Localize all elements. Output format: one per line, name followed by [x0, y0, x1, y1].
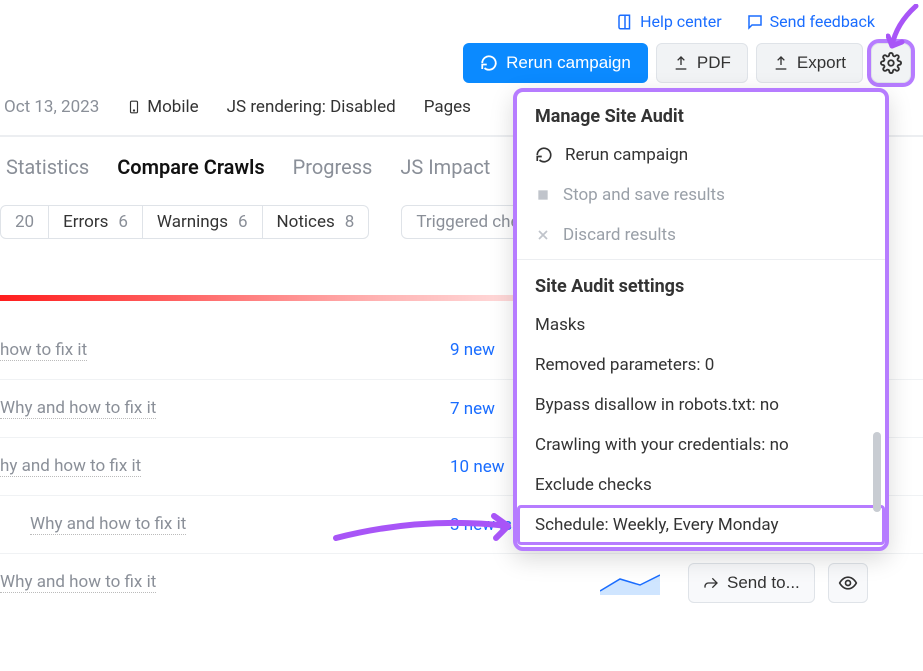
menu-bypass-robots[interactable]: Bypass disallow in robots.txt: no	[517, 385, 885, 425]
share-icon	[703, 575, 719, 591]
menu-masks[interactable]: Masks	[517, 305, 885, 345]
settings-dropdown: Manage Site Audit Rerun campaign Stop an…	[513, 88, 889, 551]
rerun-campaign-button[interactable]: Rerun campaign	[463, 43, 648, 83]
device-label: Mobile	[127, 97, 198, 117]
why-fix-link[interactable]: Why and how to fix it	[30, 514, 186, 535]
menu-removed-params[interactable]: Removed parameters: 0	[517, 345, 885, 385]
js-rendering-label: JS rendering: Disabled	[227, 97, 396, 117]
mobile-icon	[127, 98, 141, 116]
chip-warnings[interactable]: Warnings6	[143, 205, 263, 239]
tab-statistics[interactable]: Statistics	[6, 155, 89, 179]
sparkline	[600, 571, 660, 595]
menu-exclude-checks[interactable]: Exclude checks	[517, 465, 885, 505]
panel-heading-settings: Site Audit settings	[517, 264, 885, 305]
send-to-button[interactable]: Send to...	[688, 563, 815, 603]
send-feedback-link[interactable]: Send feedback	[746, 12, 875, 31]
help-center-label: Help center	[640, 12, 722, 31]
chat-icon	[746, 13, 764, 31]
pdf-label: PDF	[697, 53, 731, 73]
menu-discard: Discard results	[517, 215, 885, 255]
tab-js-impact[interactable]: JS Impact	[400, 155, 490, 179]
export-label: Export	[797, 53, 846, 73]
new-issues-link[interactable]: 9 new	[450, 340, 495, 360]
eye-icon	[838, 573, 858, 593]
menu-credentials[interactable]: Crawling with your credentials: no	[517, 425, 885, 465]
chip-errors[interactable]: Errors6	[49, 205, 143, 239]
book-icon	[616, 13, 634, 31]
upload-icon	[673, 55, 689, 71]
visibility-button[interactable]	[828, 563, 868, 603]
annotation-arrow-gear	[886, 4, 922, 54]
why-fix-link[interactable]: Why and how to fix it	[0, 398, 156, 419]
menu-stop-save: Stop and save results	[517, 175, 885, 215]
upload-icon	[773, 55, 789, 71]
panel-scrollbar[interactable]	[873, 432, 881, 512]
tab-progress[interactable]: Progress	[293, 155, 373, 179]
send-feedback-label: Send feedback	[770, 12, 875, 31]
new-issues-link[interactable]: 7 new	[450, 399, 495, 419]
why-fix-link[interactable]: how to fix it	[0, 340, 87, 361]
why-fix-link[interactable]: Why and how to fix it	[0, 572, 156, 593]
new-issues-link[interactable]: 10 new	[450, 457, 505, 477]
refresh-icon	[535, 146, 553, 164]
stop-icon	[535, 187, 551, 203]
pdf-button[interactable]: PDF	[656, 43, 748, 83]
help-center-link[interactable]: Help center	[616, 12, 722, 31]
annotation-arrow-schedule	[332, 508, 522, 548]
crawl-date: Oct 13, 2023	[4, 97, 99, 117]
pages-label: Pages	[424, 97, 471, 117]
rerun-label: Rerun campaign	[506, 53, 631, 73]
menu-schedule[interactable]: Schedule: Weekly, Every Monday	[517, 505, 885, 545]
refresh-icon	[480, 54, 498, 72]
why-fix-link[interactable]: hy and how to fix it	[0, 456, 141, 477]
export-button[interactable]: Export	[756, 43, 863, 83]
tab-compare-crawls[interactable]: Compare Crawls	[117, 155, 264, 179]
issue-row: Why and how to fix it Send to...	[0, 553, 923, 611]
chip-notices[interactable]: Notices8	[263, 205, 370, 239]
close-icon	[535, 227, 551, 243]
panel-heading-manage: Manage Site Audit	[517, 94, 885, 135]
chip-all[interactable]: 20	[0, 205, 49, 239]
menu-rerun-campaign[interactable]: Rerun campaign	[517, 135, 885, 175]
gear-icon	[880, 52, 902, 74]
